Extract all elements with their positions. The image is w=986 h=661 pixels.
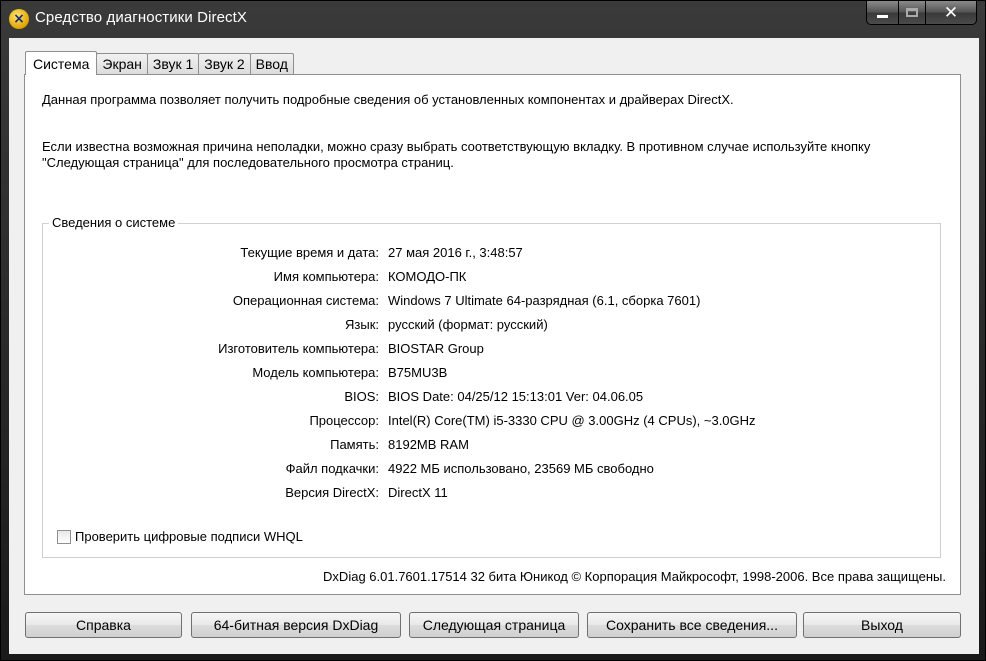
info-row-processor: Процессор: Intel(R) Core(TM) i5-3330 CPU… bbox=[43, 413, 940, 431]
tab-strip: Система Экран Звук 1 Звук 2 Ввод bbox=[25, 51, 294, 75]
system-tab-panel: Данная программа позволяет получить подр… bbox=[24, 74, 961, 595]
system-info-group: Сведения о системе Текущие время и дата:… bbox=[42, 215, 941, 558]
title-bar[interactable]: × Средство диагностики DirectX ✕ bbox=[1, 1, 985, 37]
info-label: Имя компьютера: bbox=[273, 269, 379, 284]
info-label: Версия DirectX: bbox=[285, 485, 379, 500]
info-value: КОМОДО-ПК bbox=[388, 269, 467, 284]
tab-display[interactable]: Экран bbox=[96, 53, 148, 74]
info-row-page-file: Файл подкачки: 4922 МБ использовано, 235… bbox=[43, 461, 940, 479]
info-label: Память: bbox=[330, 437, 379, 452]
tab-sound-2[interactable]: Звук 2 bbox=[198, 53, 251, 74]
maximize-button[interactable] bbox=[899, 1, 926, 25]
info-value: B75MU3B bbox=[388, 365, 448, 380]
info-value: BIOS Date: 04/25/12 15:13:01 Ver: 04.06.… bbox=[388, 389, 644, 404]
info-value: Windows 7 Ultimate 64-разрядная (6.1, сб… bbox=[388, 293, 701, 308]
info-label: Операционная система: bbox=[232, 293, 379, 308]
info-row-manufacturer: Изготовитель компьютера: BIOSTAR Group bbox=[43, 341, 940, 359]
tab-input[interactable]: Ввод bbox=[249, 53, 294, 74]
info-row-language: Язык: русский (формат: русский) bbox=[43, 317, 940, 335]
window-title: Средство диагностики DirectX bbox=[35, 9, 248, 26]
minimize-icon bbox=[877, 15, 888, 18]
tab-sound-1[interactable]: Звук 1 bbox=[146, 53, 200, 74]
dxdiag-64bit-button[interactable]: 64-битная версия DxDiag bbox=[191, 612, 401, 638]
dxdiag-window: × Средство диагностики DirectX ✕ Система… bbox=[0, 0, 986, 661]
close-button[interactable]: ✕ bbox=[926, 1, 977, 25]
info-row-computer-name: Имя компьютера: КОМОДО-ПК bbox=[43, 269, 940, 287]
info-label: BIOS: bbox=[344, 389, 379, 404]
info-value: 8192MB RAM bbox=[388, 437, 469, 452]
minimize-button[interactable] bbox=[866, 1, 899, 25]
tab-system[interactable]: Система bbox=[25, 51, 98, 75]
info-row-os: Операционная система: Windows 7 Ultimate… bbox=[43, 293, 940, 311]
info-row-memory: Память: 8192MB RAM bbox=[43, 437, 940, 455]
info-row-model: Модель компьютера: B75MU3B bbox=[43, 365, 940, 383]
dialog-client-area: Система Экран Звук 1 Звук 2 Ввод Данная … bbox=[9, 38, 979, 654]
info-value: 4922 МБ использовано, 23569 МБ свободно bbox=[388, 461, 654, 476]
close-icon: ✕ bbox=[943, 2, 959, 22]
whql-checkbox-row[interactable]: Проверить цифровые подписи WHQL bbox=[57, 529, 303, 544]
info-label: Процессор: bbox=[309, 413, 379, 428]
next-page-button[interactable]: Следующая страница bbox=[409, 612, 579, 638]
help-button[interactable]: Справка bbox=[25, 612, 182, 638]
info-label: Файл подкачки: bbox=[285, 461, 379, 476]
info-row-datetime: Текущие время и дата: 27 мая 2016 г., 3:… bbox=[43, 245, 940, 263]
window-controls: ✕ bbox=[866, 1, 977, 25]
maximize-icon bbox=[906, 8, 918, 17]
info-row-bios: BIOS: BIOS Date: 04/25/12 15:13:01 Ver: … bbox=[43, 389, 940, 407]
system-info-title: Сведения о системе bbox=[49, 215, 179, 230]
whql-checkbox[interactable] bbox=[57, 529, 71, 544]
info-value: 27 мая 2016 г., 3:48:57 bbox=[388, 245, 523, 260]
info-label: Изготовитель компьютера: bbox=[218, 341, 379, 356]
copyright-footer: DxDiag 6.01.7601.17514 32 бита Юникод © … bbox=[323, 569, 946, 584]
info-value: BIOSTAR Group bbox=[388, 341, 484, 356]
save-all-button[interactable]: Сохранить все сведения... bbox=[587, 612, 797, 638]
info-value: русский (формат: русский) bbox=[388, 317, 548, 332]
info-value: Intel(R) Core(TM) i5-3330 CPU @ 3.00GHz … bbox=[388, 413, 756, 428]
exit-button[interactable]: Выход bbox=[803, 612, 961, 638]
info-value: DirectX 11 bbox=[388, 485, 448, 500]
directx-app-icon: × bbox=[9, 9, 29, 29]
info-label: Язык: bbox=[345, 317, 379, 332]
intro-text-2: Если известна возможная причина неполадк… bbox=[42, 139, 871, 170]
info-label: Модель компьютера: bbox=[252, 365, 379, 380]
whql-checkbox-label[interactable]: Проверить цифровые подписи WHQL bbox=[75, 529, 303, 544]
info-label: Текущие время и дата: bbox=[240, 245, 379, 260]
info-row-directx-version: Версия DirectX: DirectX 11 bbox=[43, 485, 940, 503]
intro-text-1: Данная программа позволяет получить подр… bbox=[42, 92, 734, 107]
